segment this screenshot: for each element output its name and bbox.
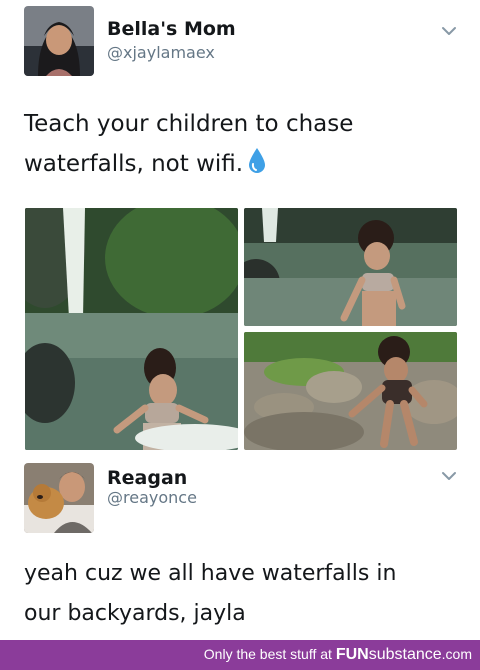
footer-text[interactable]: Only the best stuff at FUNsubstance.com bbox=[204, 646, 472, 664]
child-on-rocks-photo[interactable] bbox=[244, 332, 457, 450]
chevron-down-icon[interactable] bbox=[440, 22, 458, 40]
tweet-text: Teach your children to chase waterfalls,… bbox=[24, 104, 464, 184]
water-drop-icon bbox=[249, 148, 266, 173]
tweet-bellas-mom: Bella's Mom @xjaylamaex Teach your child… bbox=[0, 0, 480, 458]
tweet-reagan: Reagan @reayonce yeah cuz we all have wa… bbox=[0, 458, 480, 640]
chevron-down-icon[interactable] bbox=[440, 467, 458, 485]
child-in-river-photo[interactable] bbox=[244, 208, 457, 326]
waterfall-child-photo[interactable] bbox=[25, 208, 238, 450]
footer-brand-rest: substance bbox=[368, 646, 442, 663]
footer-prefix: Only the best stuff at bbox=[203, 646, 332, 662]
site-footer-banner: Only the best stuff at FUNsubstance.com bbox=[0, 640, 480, 670]
author-handle[interactable]: @reayonce bbox=[107, 488, 197, 507]
tweet-text-line-1: Teach your children to chase bbox=[24, 111, 354, 137]
avatar-reagan[interactable] bbox=[24, 463, 94, 533]
footer-domain: .com bbox=[441, 646, 472, 662]
tweet-text-line-2: our backyards, jayla bbox=[24, 601, 246, 626]
author-handle[interactable]: @xjaylamaex bbox=[107, 43, 215, 62]
author-name[interactable]: Reagan bbox=[107, 467, 187, 489]
tweet-text-line-2-wrap: waterfalls, not wifi. bbox=[24, 144, 464, 184]
footer-brand-bold: FUN bbox=[335, 646, 369, 663]
tweet-text-line-2: waterfalls, not wifi. bbox=[24, 151, 244, 177]
tweet-text: yeah cuz we all have waterfalls in our b… bbox=[24, 554, 464, 634]
author-name[interactable]: Bella's Mom bbox=[107, 18, 236, 40]
tweet-text-line-1: yeah cuz we all have waterfalls in bbox=[24, 561, 397, 586]
photo-grid bbox=[25, 208, 457, 450]
avatar-bellas-mom[interactable] bbox=[24, 6, 94, 76]
